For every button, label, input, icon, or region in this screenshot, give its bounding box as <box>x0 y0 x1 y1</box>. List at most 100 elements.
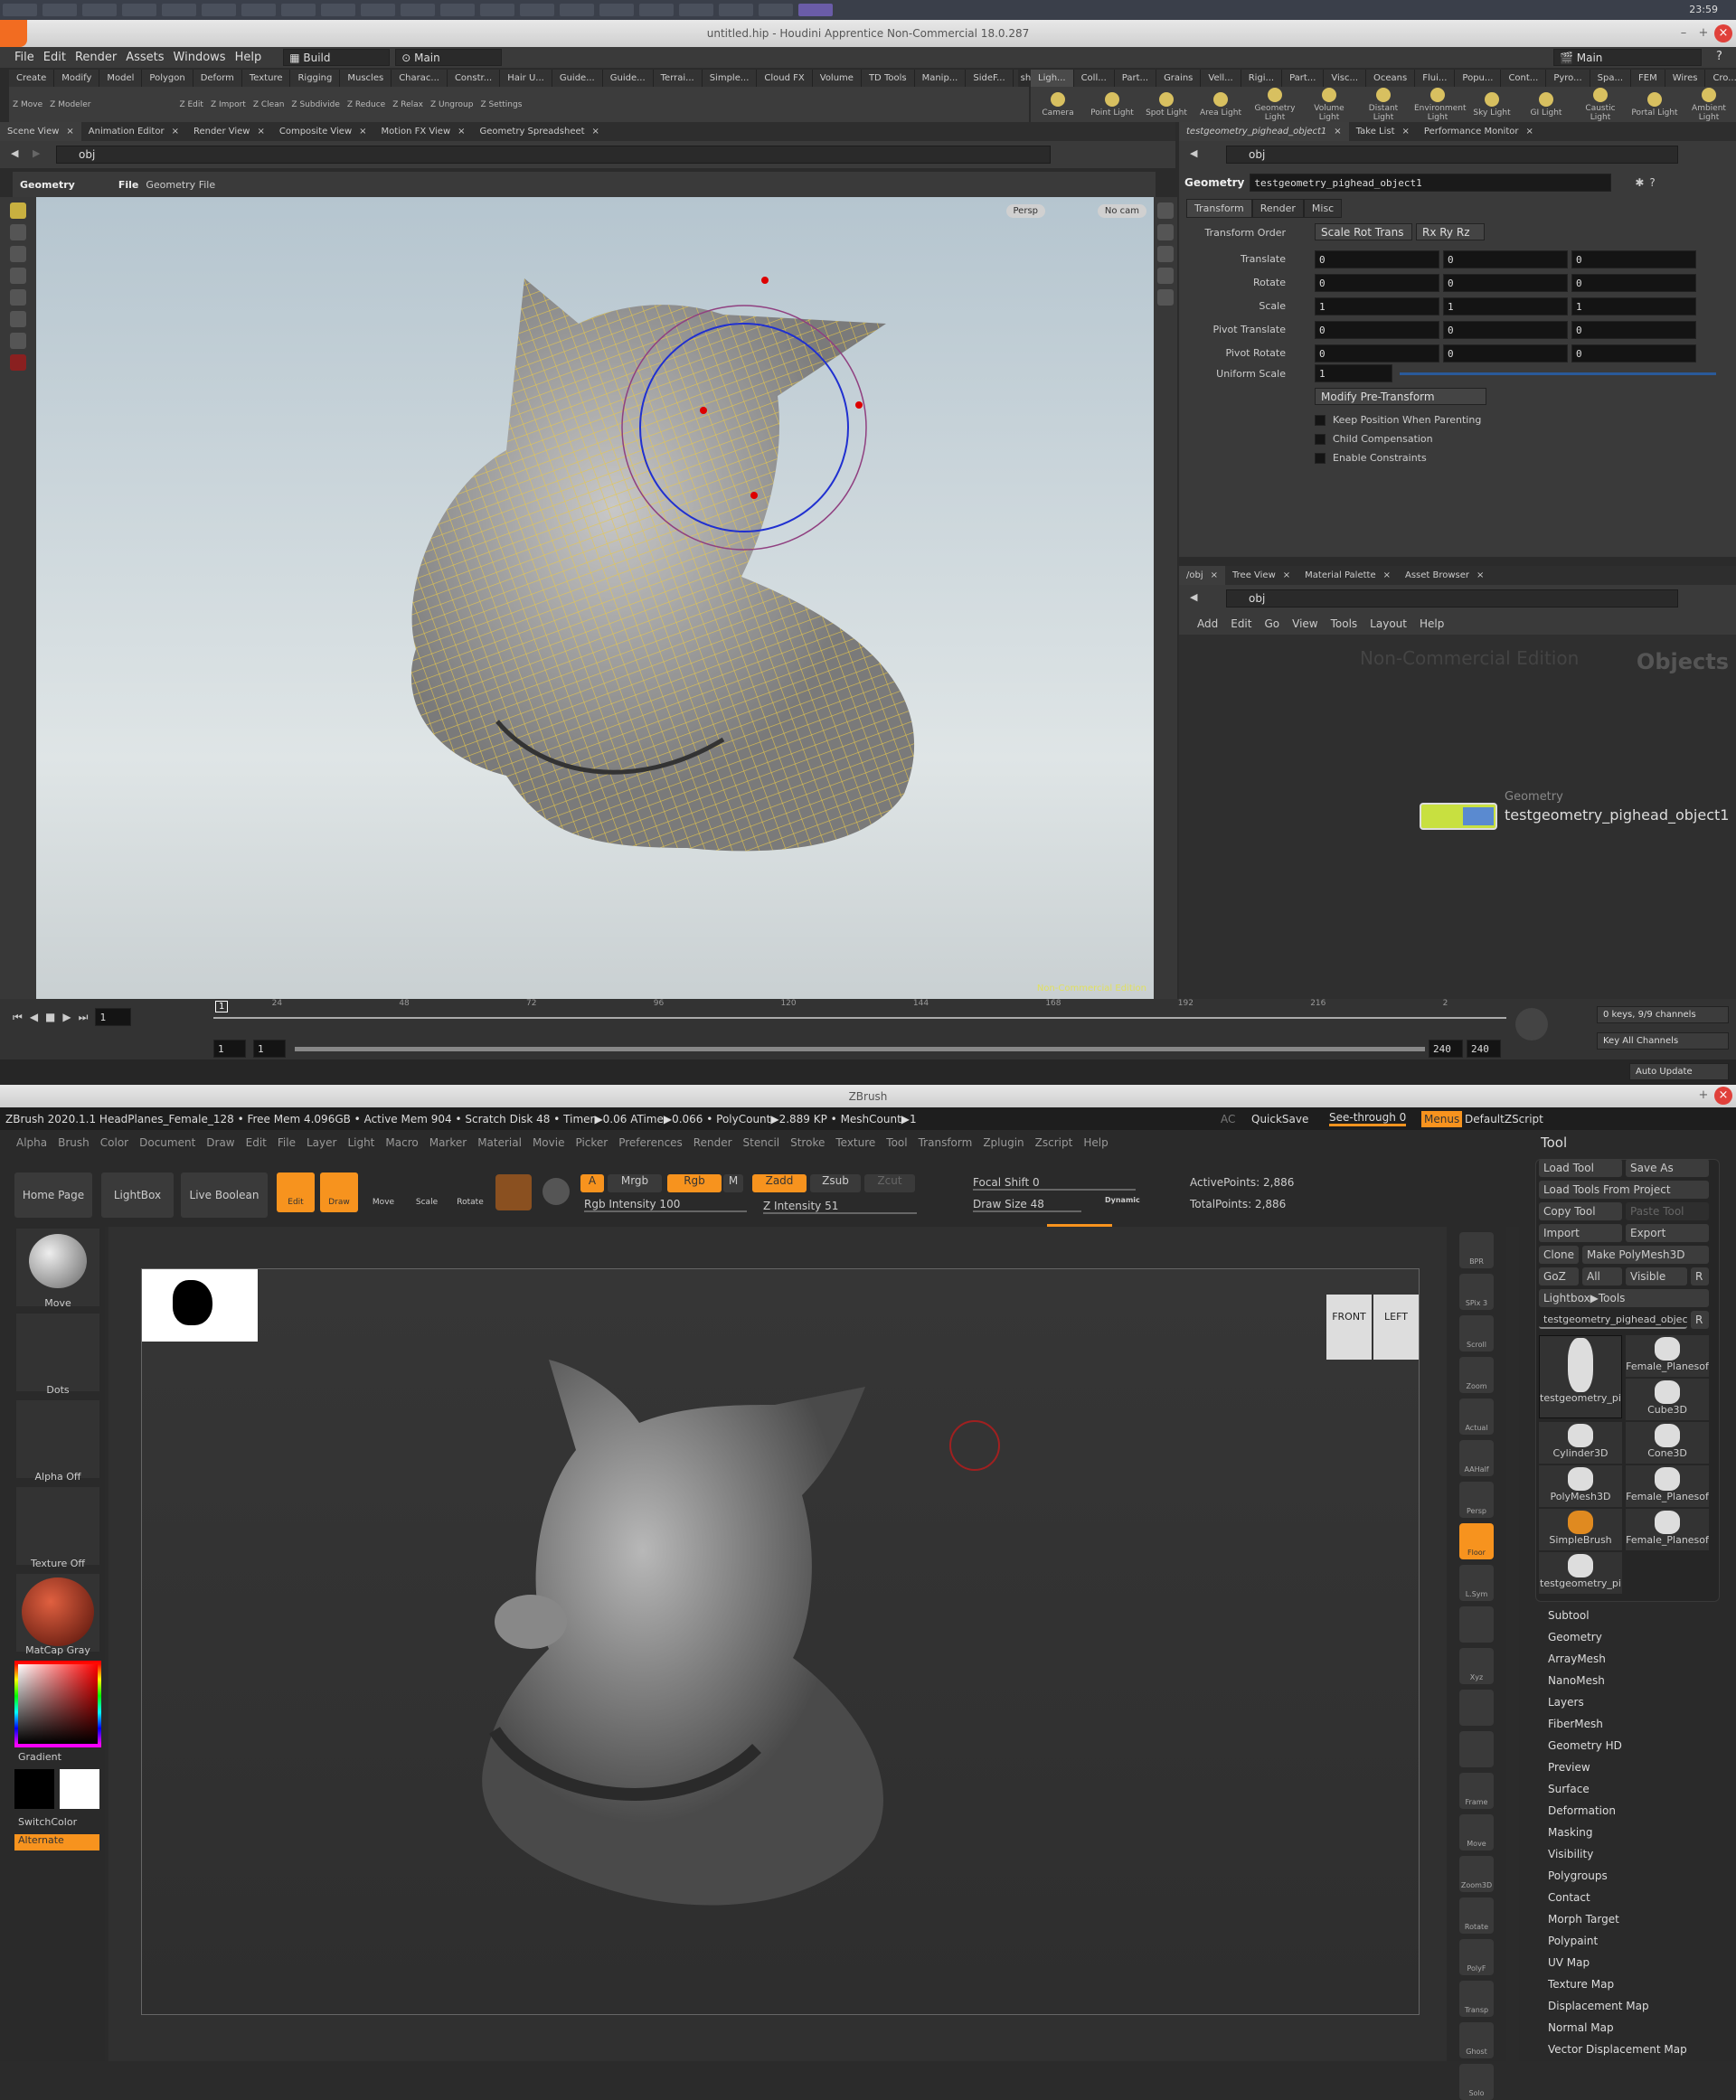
subpalette-8[interactable]: Surface <box>1548 1778 1687 1800</box>
sphere-icon[interactable] <box>542 1178 570 1205</box>
subpalette-1[interactable]: Geometry <box>1548 1626 1687 1648</box>
current-tool-slider[interactable]: testgeometry_pighead_object1 <box>1539 1311 1687 1329</box>
last-frame-icon[interactable]: ⏭ <box>79 1011 89 1024</box>
timeline-scrubber[interactable] <box>213 1017 1506 1019</box>
subpalette-10[interactable]: Masking <box>1548 1822 1687 1843</box>
subpalette-0[interactable]: Subtool <box>1548 1605 1687 1626</box>
param-field-y[interactable]: 0 <box>1443 250 1568 268</box>
light-tool-8[interactable]: Sky Light <box>1468 91 1515 118</box>
tool-thumbnail[interactable]: Cube3D <box>1626 1379 1709 1420</box>
magnet-icon[interactable] <box>10 354 26 371</box>
tab-pane[interactable]: Render View × <box>186 122 272 141</box>
zbrush-menu-item[interactable]: Brush <box>58 1136 90 1149</box>
light-tool-12[interactable]: Ambient Light <box>1685 87 1732 122</box>
shelf-tool[interactable]: Z Relax <box>392 100 423 109</box>
subpalette-7[interactable]: Preview <box>1548 1756 1687 1778</box>
clone-button[interactable]: Clone <box>1539 1246 1579 1264</box>
end-frame[interactable]: 240 <box>1429 1040 1463 1058</box>
side-button[interactable]: Floor <box>1459 1523 1494 1559</box>
a-button[interactable]: A <box>580 1174 604 1192</box>
shelf-tab[interactable]: Constr... <box>448 70 501 87</box>
rgb-button[interactable]: Rgb <box>667 1174 722 1192</box>
zsub-button[interactable]: Zsub <box>810 1174 861 1192</box>
shelf-tab[interactable]: Rigging <box>290 70 341 87</box>
geometry-node[interactable] <box>1420 803 1497 830</box>
side-button[interactable]: Solo <box>1459 2064 1494 2100</box>
zcut-button[interactable]: Zcut <box>864 1174 915 1192</box>
light-tool-3[interactable]: Area Light <box>1197 91 1244 118</box>
light-shelf-tab[interactable]: Cro... <box>1705 70 1736 87</box>
side-button[interactable]: Xyz <box>1459 1648 1494 1684</box>
transform-order-select[interactable]: Scale Rot Trans <box>1315 223 1412 240</box>
lock-icon[interactable] <box>1157 224 1174 240</box>
light-shelf-tab[interactable]: FEM <box>1631 70 1665 87</box>
lightbox-button[interactable]: LightBox <box>101 1172 174 1218</box>
side-button[interactable]: AAHalf <box>1459 1440 1494 1476</box>
shelf-tool[interactable]: Z Clean <box>253 100 285 109</box>
menu-assets[interactable]: Assets <box>126 51 164 64</box>
menu-render[interactable]: Render <box>75 51 117 64</box>
texture-slot[interactable] <box>16 1487 99 1565</box>
subpalette-13[interactable]: Contact <box>1548 1887 1687 1908</box>
tool-icon[interactable] <box>10 224 26 240</box>
tab-pane[interactable]: Take List × <box>1349 122 1417 141</box>
side-button[interactable]: SPix 3 <box>1459 1274 1494 1310</box>
shelf-tab[interactable]: Charac... <box>392 70 448 87</box>
start-frame-2[interactable]: 1 <box>253 1040 286 1058</box>
menu-windows[interactable]: Windows <box>174 51 226 64</box>
tab-pane[interactable]: Motion FX View × <box>374 122 473 141</box>
subpalette-9[interactable]: Deformation <box>1548 1800 1687 1822</box>
zbrush-menu-item[interactable]: Zplugin <box>983 1136 1024 1149</box>
close-icon[interactable]: × <box>1469 570 1484 580</box>
first-frame-icon[interactable]: ⏮ <box>13 1011 23 1024</box>
close-icon[interactable]: × <box>1203 570 1218 580</box>
front-view-button[interactable]: FRONT <box>1326 1295 1372 1360</box>
export-button[interactable]: Export <box>1626 1224 1709 1242</box>
shelf-tool[interactable]: Z Import <box>211 100 246 109</box>
tool-thumbnail[interactable]: Cone3D <box>1626 1422 1709 1464</box>
zbrush-menu-item[interactable]: Render <box>693 1136 732 1149</box>
zbrush-menu-item[interactable]: Edit <box>246 1136 267 1149</box>
primary-color[interactable] <box>60 1769 99 1809</box>
close-icon[interactable]: × <box>450 127 465 137</box>
param-field-z[interactable]: 0 <box>1571 321 1696 339</box>
quicksave-button[interactable]: QuickSave <box>1251 1113 1308 1125</box>
zbrush-menu-item[interactable]: Preferences <box>618 1136 683 1149</box>
desktop-select[interactable]: ▦ Build <box>283 49 391 66</box>
param-field-x[interactable]: 0 <box>1315 274 1439 292</box>
visible-button[interactable]: Visible <box>1626 1267 1687 1285</box>
subpalette-20[interactable]: Vector Displacement Map <box>1548 2039 1687 2060</box>
zbrush-menu-item[interactable]: Draw <box>206 1136 234 1149</box>
side-button[interactable]: Zoom3D <box>1459 1856 1494 1892</box>
param-field-y[interactable]: 0 <box>1443 321 1568 339</box>
side-button[interactable] <box>1459 1690 1494 1726</box>
close-icon[interactable]: × <box>585 127 599 137</box>
light-shelf-tab[interactable]: Cont... <box>1501 70 1547 87</box>
close-button[interactable]: × <box>1714 24 1732 42</box>
left-view-button[interactable]: LEFT <box>1373 1295 1419 1360</box>
mrgb-button[interactable]: Mrgb <box>608 1174 662 1192</box>
light-shelf-tab[interactable]: Part... <box>1115 70 1157 87</box>
light-icon[interactable] <box>1157 289 1174 306</box>
shelf-tab[interactable]: Modify <box>54 70 100 87</box>
param-field-x[interactable]: 0 <box>1315 344 1439 363</box>
shelf-tab[interactable]: SideF... <box>966 70 1014 87</box>
shelf-tool[interactable]: Z Ungroup <box>430 100 473 109</box>
shelf-tab[interactable]: Manip... <box>915 70 967 87</box>
subpalette-2[interactable]: ArrayMesh <box>1548 1648 1687 1670</box>
light-shelf-tab[interactable]: Grains <box>1156 70 1202 87</box>
maximize-button[interactable]: + <box>1694 24 1712 42</box>
path-input[interactable]: obj <box>1226 146 1678 164</box>
zadd-button[interactable]: Zadd <box>752 1174 807 1192</box>
network-menu-item[interactable]: Go <box>1264 617 1279 630</box>
shelf-tool[interactable]: Z Modeler <box>50 100 90 109</box>
light-shelf-tab[interactable]: Flui... <box>1415 70 1456 87</box>
tool-icon[interactable] <box>10 333 26 349</box>
node-name-field[interactable]: testgeometry_pighead_object1 <box>1250 174 1612 192</box>
back-icon[interactable]: ◀ <box>1190 591 1197 603</box>
r-button[interactable]: R <box>1691 1267 1709 1285</box>
zbrush-menu-item[interactable]: Stencil <box>743 1136 780 1149</box>
back-icon[interactable]: ◀ <box>11 147 18 159</box>
r-button[interactable]: R <box>1691 1311 1709 1329</box>
copy-tool-button[interactable]: Copy Tool <box>1539 1202 1622 1220</box>
